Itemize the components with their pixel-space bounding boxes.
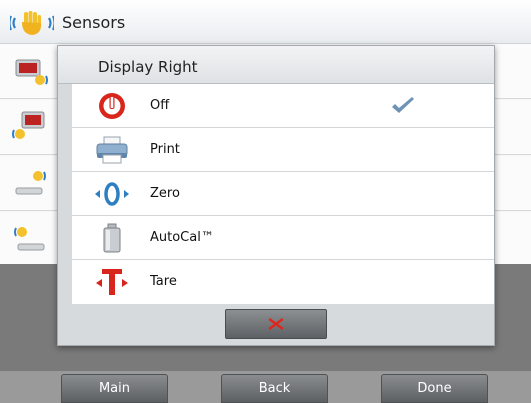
done-button[interactable]: Done [381,374,488,403]
calibration-weight-icon [103,223,121,253]
option-off[interactable]: Off [72,84,494,128]
option-autocal[interactable]: AutoCal™ [72,216,494,260]
tare-icon [96,269,128,295]
option-label: Zero [150,186,180,201]
display-right-dialog: Display Right Off Print Zero AutoCal™ Ta… [57,45,495,346]
option-print[interactable]: Print [72,128,494,172]
dialog-footer [58,304,494,345]
app-header: Sensors [0,0,531,44]
back-button[interactable]: Back [221,374,328,403]
page-title: Sensors [62,13,126,32]
dialog-header: Display Right [58,46,494,84]
option-tare[interactable]: Tare [72,260,494,304]
off-icon [99,93,125,119]
check-icon [392,97,414,113]
option-label: AutoCal™ [150,230,214,245]
zero-icon [95,182,129,206]
red-x-icon [268,318,284,330]
dialog-title: Display Right [98,58,198,76]
option-label: Print [150,142,180,157]
option-label: Tare [150,274,177,289]
option-label: Off [150,98,170,113]
cancel-button[interactable] [225,309,327,339]
pan-sensor-icon [15,171,46,195]
sensor-hand-icon [10,11,54,35]
option-zero[interactable]: Zero [72,172,494,216]
display-sensor-icon [12,111,45,139]
pan-sensor-icon [14,227,45,251]
printer-icon [96,136,128,164]
main-button[interactable]: Main [61,374,168,403]
option-list: Off Print Zero AutoCal™ Tare [72,84,494,304]
display-sensor-icon [15,59,48,85]
